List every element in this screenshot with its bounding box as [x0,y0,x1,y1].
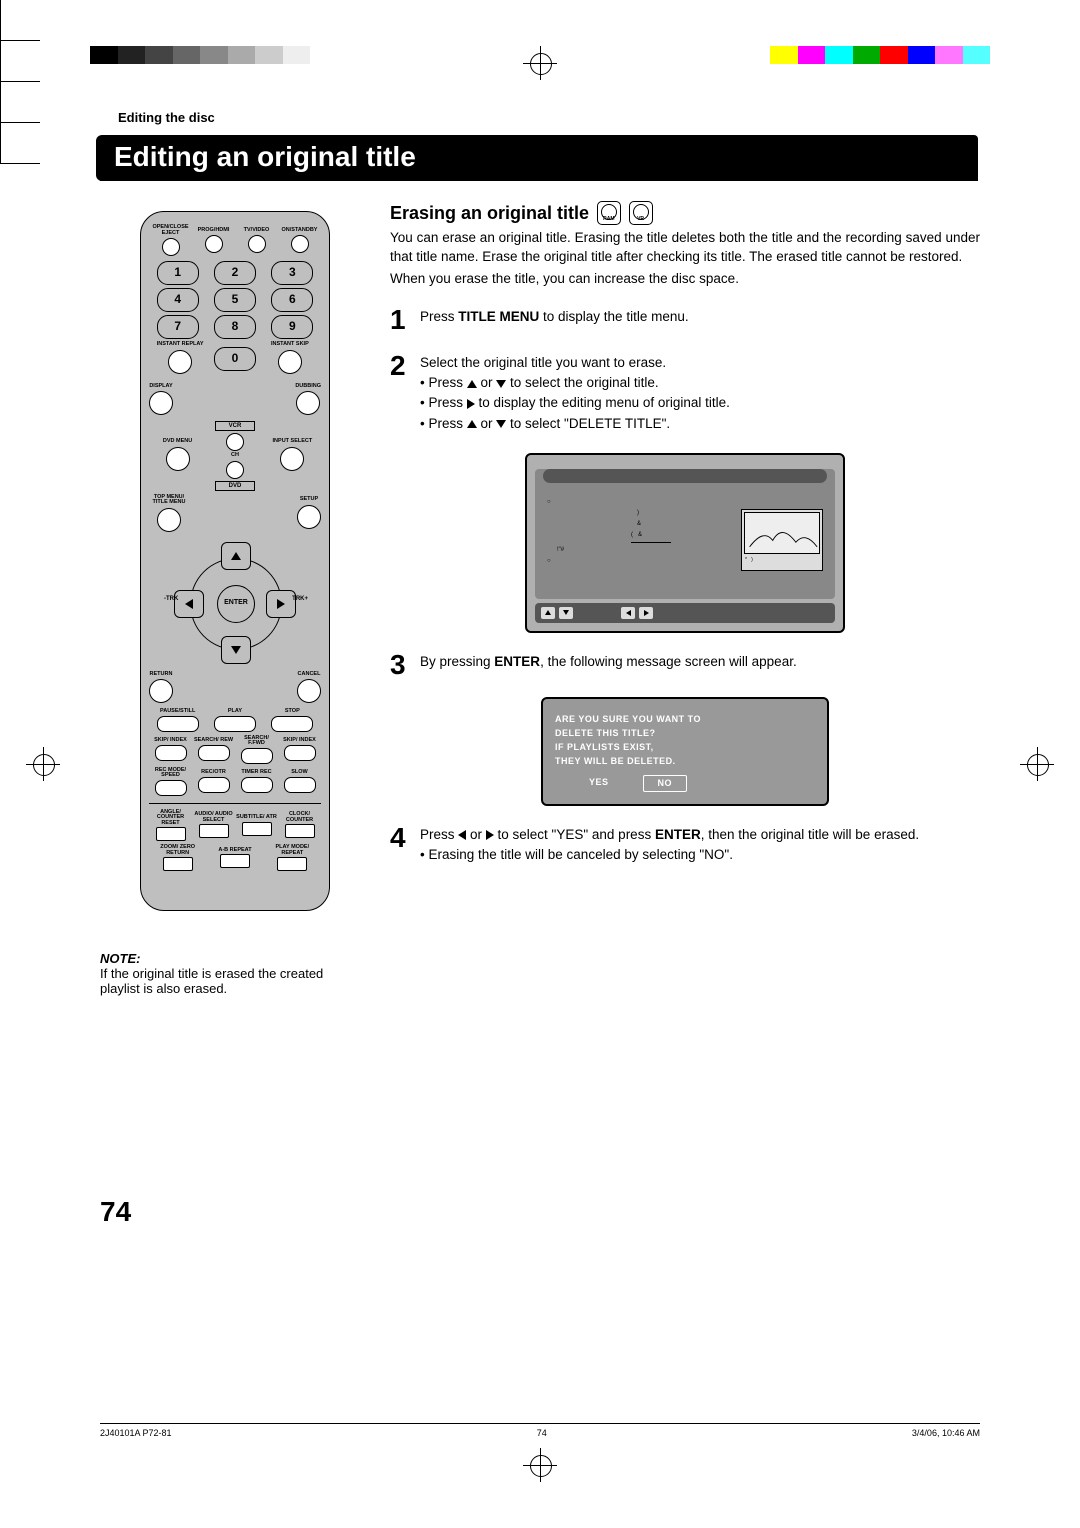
step-2: 2 Select the original title you want to … [390,352,980,435]
note-heading: NOTE: [100,951,370,966]
registration-mark [30,751,56,777]
registration-mark [527,1452,553,1478]
note-body: If the original title is erased the crea… [100,966,360,996]
color-strip [770,46,990,64]
title-menu-screenshot: ○ ) & ( & !"# ○ * ) [525,453,845,633]
step-3: 3 By pressing ENTER, the following messa… [390,651,980,679]
disc-vr-icon: VR [629,201,653,225]
step-1: 1 Press TITLE MENU to display the title … [390,306,980,334]
confirm-dialog: ARE YOU SURE YOU WANT TO DELETE THIS TIT… [541,697,829,806]
section-title: Erasing an original title [390,201,589,225]
disc-ram-icon: RAM [597,201,621,225]
registration-mark [527,50,553,76]
footer: 2J40101A P72-81 74 3/4/06, 10:46 AM [100,1423,980,1438]
dialog-yes: YES [575,775,623,791]
dialog-no: NO [643,775,688,791]
grayscale-strip [90,46,310,64]
intro-text: You can erase an original title. Erasing… [390,229,980,288]
breadcrumb: Editing the disc [118,110,980,125]
remote-control-diagram: OPEN/CLOSE EJECT PROG/HDMI TV/VIDEO ON/S… [140,211,330,911]
step-4: 4 Press or to select "YES" and press ENT… [390,824,980,866]
page-title: Editing an original title [100,135,978,181]
registration-mark [1024,751,1050,777]
page-number: 74 [100,1196,980,1228]
